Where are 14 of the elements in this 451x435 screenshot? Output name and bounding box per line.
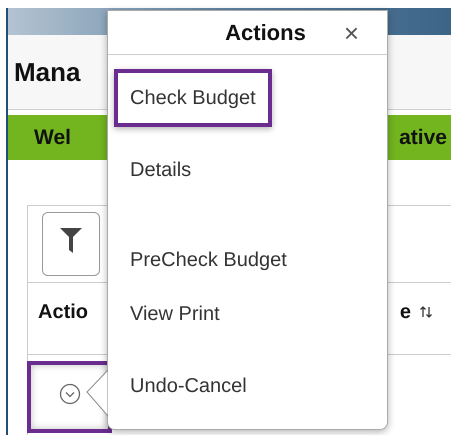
popup-title: Actions bbox=[225, 19, 306, 47]
sort-icon[interactable] bbox=[419, 305, 433, 319]
column-header[interactable]: e bbox=[400, 297, 433, 327]
banner-text: ative bbox=[399, 124, 447, 151]
filter-icon bbox=[59, 227, 83, 255]
page-title: Mana bbox=[14, 56, 80, 88]
close-button[interactable]: × bbox=[344, 20, 359, 46]
filter-button[interactable] bbox=[42, 212, 100, 276]
menu-item[interactable]: Undo-Cancel bbox=[114, 357, 263, 415]
menu-item[interactable]: Details bbox=[114, 141, 208, 199]
menu-item[interactable]: Check Budget bbox=[114, 69, 272, 127]
banner-text: Wel bbox=[34, 124, 71, 151]
chevron-circle-icon bbox=[58, 383, 80, 405]
column-header[interactable]: Actio bbox=[38, 297, 88, 327]
